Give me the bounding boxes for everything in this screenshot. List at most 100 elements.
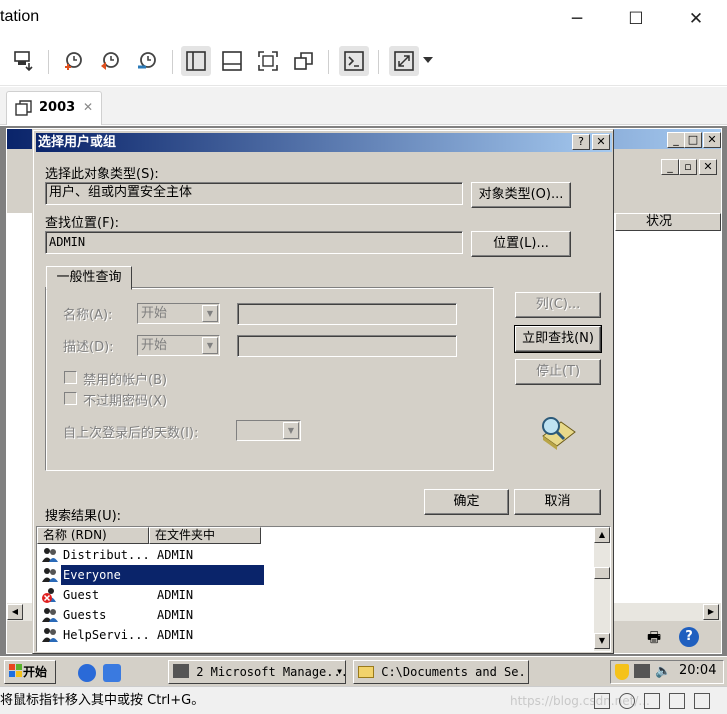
stretch-guest-icon[interactable] [389,46,419,76]
mmc-scroll-left-button[interactable]: ◀ [7,604,23,620]
status-hint: 将鼠标指针移入其中或按 Ctrl+G。 [0,693,205,708]
table-row-selected[interactable]: Everyone [39,565,599,585]
find-now-button[interactable]: 立即查找(N) [514,325,602,353]
device-status-icon[interactable] [594,693,610,709]
days-since-login-combo: ▼ [236,420,301,441]
host-statusbar: 将鼠标指针移入其中或按 Ctrl+G。 https://blog.csdn.ne… [0,686,727,714]
task-mmc[interactable]: 2 Microsoft Manage... ▼ [168,660,346,684]
scroll-up-button[interactable]: ▲ [594,527,610,543]
result-folder: ADMIN [157,548,194,562]
table-row[interactable]: Guests ADMIN [39,605,599,625]
start-button[interactable]: 开始 [4,660,56,684]
table-row[interactable]: Distribut... ADMIN [39,545,599,565]
no-expire-password-label: 不过期密码(X) [83,394,168,409]
object-types-button[interactable]: 对象类型(O)... [471,182,571,208]
locations-button[interactable]: 位置(L)... [471,231,571,257]
description-label: 描述(D): [63,340,114,355]
vm-tab-2003[interactable]: 2003 ✕ [6,91,102,125]
snapshot-manager-icon[interactable] [132,46,162,76]
ie-icon[interactable] [78,664,96,682]
clock: 20:04 [679,663,717,678]
scroll-down-button[interactable]: ▼ [594,633,610,649]
mmc-close-button[interactable]: ✕ [703,132,721,148]
days-since-login-label: 自上次登录后的天数(I): [63,426,199,441]
name-input [237,303,457,325]
dialog-help-button[interactable]: ? [572,134,590,150]
mmc-minimize-button[interactable]: _ [667,132,685,148]
network-adapter-icon[interactable] [644,693,660,709]
select-users-dialog: 选择用户或组 ? ✕ 选择此对象类型(S): 用户、组或内置安全主体 对象类型(… [32,129,614,654]
result-folder: ADMIN [157,588,194,602]
task-explorer[interactable]: C:\Documents and Se... [353,660,529,684]
host-tabbar [0,87,727,125]
table-row[interactable]: HelpServi... ADMIN [39,625,599,645]
no-expire-password-checkbox [64,392,77,405]
unity-mode-icon[interactable] [289,46,319,76]
result-folder: ADMIN [157,628,194,642]
search-results-list[interactable]: 名称 (RDN) 在文件夹中 Distribut... ADMIN Everyo… [36,526,611,652]
mmc-status-printer-icon: 🖶 [647,628,662,646]
disabled-accounts-label: 禁用的帐户(B) [83,373,168,388]
mmc-child-close-button[interactable]: ✕ [699,159,717,175]
mmc-child-restore-button[interactable]: ▫ [679,159,697,175]
name-match-combo: 开始 ▼ [137,303,220,324]
mmc-scroll-right-button[interactable]: ▶ [703,604,719,620]
send-keys-icon[interactable] [8,46,38,76]
task-explorer-label: C:\Documents and Se... [381,665,529,679]
result-folder: ADMIN [157,608,194,622]
system-tray: 🔈 20:04 [610,660,724,684]
minimize-button[interactable]: ─ [563,6,591,32]
column-header-name[interactable]: 名称 (RDN) [37,527,149,544]
windows-logo-icon [9,664,22,677]
location-field: ADMIN [45,231,463,254]
toolbar-separator [48,50,49,74]
object-type-field: 用户、组或内置安全主体 [45,182,463,205]
description-match-combo: 开始 ▼ [137,335,220,356]
description-match-value: 开始 [141,338,168,353]
group-icon [42,608,58,622]
host-titlebar: tation ─ ☐ ✕ [0,0,727,38]
chevron-down-icon: ▼ [283,422,299,439]
columns-button: 列(C)... [515,292,601,318]
ok-button[interactable]: 确定 [424,489,509,515]
snapshot-icon[interactable] [58,46,88,76]
object-type-label: 选择此对象类型(S): [45,167,159,182]
fullscreen-icon[interactable] [253,46,283,76]
column-header-folder[interactable]: 在文件夹中 [149,527,261,544]
display-icon[interactable] [694,693,710,709]
result-name: Distribut... [63,548,150,562]
tab-general-queries[interactable]: 一般性查询 [46,266,132,290]
cancel-button[interactable]: 取消 [514,489,601,515]
mmc-column-status[interactable]: 状况 [615,213,721,231]
help-icon[interactable]: ? [679,627,699,647]
dialog-close-button[interactable]: ✕ [592,134,610,150]
maximize-button[interactable]: ☐ [622,6,650,32]
revert-snapshot-icon[interactable] [95,46,125,76]
mmc-maximize-button[interactable]: □ [684,132,702,148]
description-input [237,335,457,357]
scroll-thumb[interactable] [594,567,610,579]
speaker-icon[interactable]: 🔈 [655,664,671,680]
start-label: 开始 [23,665,48,679]
thumbnail-bar-icon[interactable] [217,46,247,76]
shield-icon[interactable] [615,664,629,680]
toolbar-separator [378,50,379,74]
task-mmc-label: 2 Microsoft Manage... [196,665,346,679]
console-view-icon[interactable] [339,46,369,76]
result-name: Everyone [63,568,121,582]
vmware-tools-icon[interactable] [634,664,650,678]
result-name: HelpServi... [63,628,150,642]
mmc-child-minimize-button[interactable]: _ [661,159,679,175]
vm-tab-close-button[interactable]: ✕ [83,100,93,114]
mmc-task-icon [173,664,189,678]
close-button[interactable]: ✕ [682,6,710,32]
toolbar-separator [328,50,329,74]
cd-drive-icon[interactable] [619,693,635,709]
host-window-title: tation [0,8,40,25]
name-label: 名称(A): [63,308,113,323]
table-row[interactable]: Guest ADMIN [39,585,599,605]
quick-launch-icon[interactable] [103,664,121,682]
usb-device-icon[interactable] [669,693,685,709]
stretch-dropdown-icon[interactable] [423,57,433,63]
sidebar-toggle-icon[interactable] [181,46,211,76]
